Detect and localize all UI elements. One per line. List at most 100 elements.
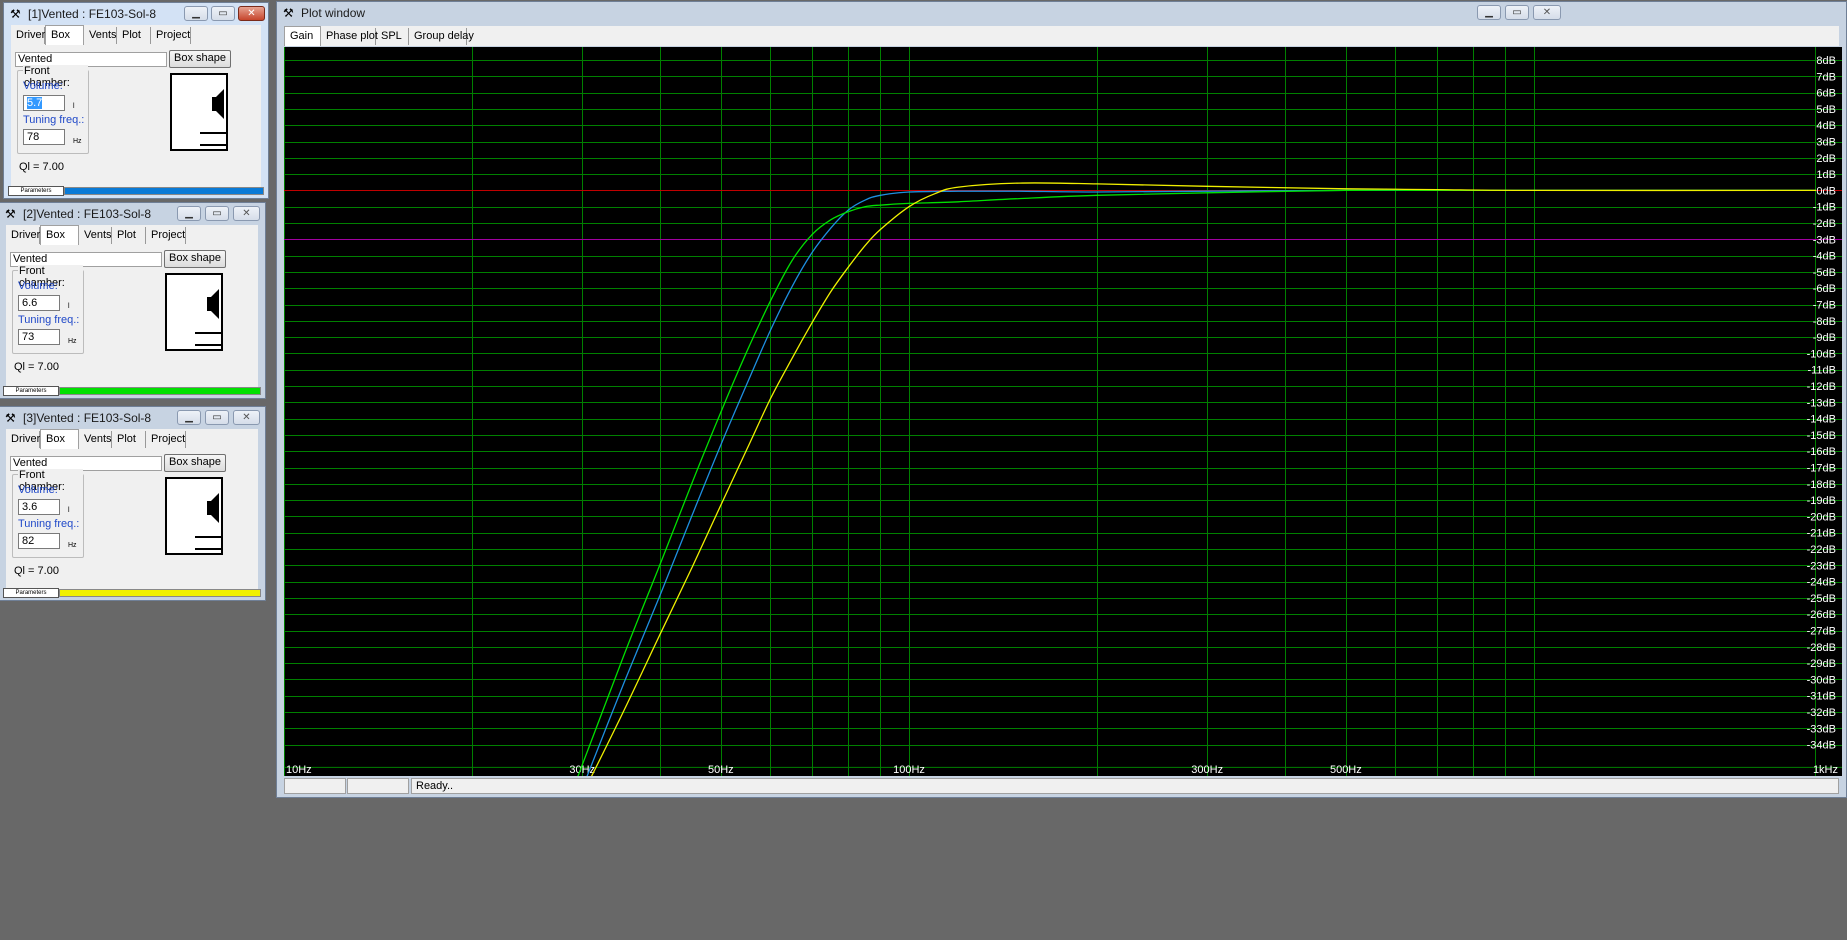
y-tick-label: -11dB: [1807, 365, 1836, 377]
plot-window-titlebar[interactable]: ⚒ Plot window ▁ ▭ ✕: [277, 2, 1846, 24]
tab-driver[interactable]: Driver: [6, 431, 40, 448]
tab-project[interactable]: Project: [146, 227, 186, 244]
x-tick-label: 300Hz: [1191, 764, 1223, 776]
speaker-box-diagram: [200, 89, 226, 146]
maximize-button[interactable]: ▭: [205, 410, 229, 425]
plot-window-title: Plot window: [301, 6, 366, 20]
window-titlebar[interactable]: ⚒ [3]Vented : FE103-Sol-8 ▁ ▭ ✕: [0, 407, 265, 429]
volume-unit: l: [68, 507, 70, 514]
y-tick-label: -2dB: [1813, 218, 1836, 230]
volume-input[interactable]: 5.7: [23, 95, 65, 111]
volume-input[interactable]: 3.6: [18, 499, 60, 515]
window-title: [2]Vented : FE103-Sol-8: [23, 207, 152, 221]
y-tick-label: 7dB: [1816, 71, 1836, 83]
y-tick-label: -9dB: [1813, 332, 1836, 344]
volume-value: 3.6: [22, 501, 38, 513]
series-line-3: [590, 182, 1817, 778]
speaker-box-diagram: [195, 493, 221, 550]
maximize-button[interactable]: ▭: [1505, 5, 1529, 20]
minimize-button[interactable]: ▁: [184, 6, 208, 21]
volume-input[interactable]: 6.6: [18, 295, 60, 311]
parameters-tab[interactable]: Parameters: [3, 588, 59, 598]
tab-driver[interactable]: Driver: [6, 227, 40, 244]
box-shape-button[interactable]: Box shape: [164, 250, 226, 268]
tab-box[interactable]: Box: [40, 225, 79, 245]
y-tick-label: 6dB: [1816, 88, 1836, 100]
x-tick-label: 1kHz: [1813, 764, 1838, 776]
parameters-bar: Parameters: [8, 186, 264, 196]
parameters-tab[interactable]: Parameters: [3, 386, 59, 396]
tab-project[interactable]: Project: [146, 431, 186, 448]
tab-project[interactable]: Project: [151, 27, 191, 44]
tab-vents[interactable]: Vents: [79, 227, 112, 244]
close-button[interactable]: ✕: [238, 6, 265, 21]
app-wrench-icon: ⚒: [5, 411, 16, 425]
y-tick-label: -28dB: [1807, 642, 1836, 654]
tab-box[interactable]: Box: [40, 429, 79, 449]
volume-label: Volume:: [23, 80, 63, 92]
parameters-tab[interactable]: Parameters: [8, 186, 64, 196]
y-tick-label: 1dB: [1816, 169, 1836, 181]
box-shape-button[interactable]: Box shape: [164, 454, 226, 472]
close-button[interactable]: ✕: [233, 410, 260, 425]
tab-strip: Driver Box Vents Plot Project: [6, 225, 258, 246]
y-tick-label: -27dB: [1807, 626, 1836, 638]
y-tick-label: -22dB: [1807, 544, 1836, 556]
app-wrench-icon: ⚒: [10, 7, 21, 21]
y-tick-label: -29dB: [1807, 658, 1836, 670]
tab-plot[interactable]: Plot: [117, 27, 151, 44]
window-title: [3]Vented : FE103-Sol-8: [23, 411, 152, 425]
tab-vents[interactable]: Vents: [79, 431, 112, 448]
box-shape-button[interactable]: Box shape: [169, 50, 231, 68]
volume-unit: l: [68, 303, 70, 310]
y-tick-label: -33dB: [1807, 723, 1836, 735]
series-line-2: [576, 189, 1816, 778]
box-preview: [165, 273, 223, 351]
minimize-button[interactable]: ▁: [177, 206, 201, 221]
tab-box[interactable]: Box: [45, 25, 84, 45]
y-tick-label: -23dB: [1807, 560, 1836, 572]
tuning-freq-input[interactable]: 73: [18, 329, 60, 345]
tuning-freq-unit: Hz: [68, 542, 77, 549]
y-tick-label: -7dB: [1813, 300, 1836, 312]
y-tick-label: -13dB: [1807, 397, 1836, 409]
y-tick-label: -14dB: [1807, 414, 1836, 426]
tab-plot[interactable]: Plot: [112, 227, 146, 244]
y-tick-label: 5dB: [1816, 104, 1836, 116]
plot-tab-spl[interactable]: SPL: [376, 28, 409, 45]
tab-vents[interactable]: Vents: [84, 27, 117, 44]
tab-strip: Driver Box Vents Plot Project: [11, 25, 261, 46]
tuning-freq-input[interactable]: 82: [18, 533, 60, 549]
plot-tab-phase-plot[interactable]: Phase plot: [321, 28, 378, 45]
y-tick-label: -16dB: [1807, 446, 1836, 458]
window-client: Driver Box Vents Plot Project Vented Box shape…: [8, 25, 264, 196]
gain-plot[interactable]: 8dB 7dB 6dB 5dB 4dB 3dB 2dB 1dB 0dB -1dB -2dB -3dB -…: [284, 47, 1842, 778]
close-button[interactable]: ✕: [233, 206, 260, 221]
volume-label: Volume:: [18, 484, 58, 496]
series-color-bar: [64, 187, 264, 195]
tuning-freq-input[interactable]: 78: [23, 129, 65, 145]
tab-strip: Driver Box Vents Plot Project: [6, 429, 258, 450]
plot-tab-group-delay[interactable]: Group delay: [409, 28, 474, 45]
minimize-button[interactable]: ▁: [177, 410, 201, 425]
minimize-button[interactable]: ▁: [1477, 5, 1501, 20]
status-pane-1: [284, 778, 346, 794]
window-titlebar[interactable]: ⚒ [1]Vented : FE103-Sol-8 ▁ ▭ ✕: [4, 3, 268, 25]
tuning-freq-label: Tuning freq.:: [18, 518, 80, 530]
tuning-freq-value: 78: [27, 131, 40, 143]
plot-tab-gain[interactable]: Gain: [284, 26, 321, 46]
maximize-button[interactable]: ▭: [205, 206, 229, 221]
y-tick-label: -17dB: [1807, 463, 1836, 475]
ql-readout: Ql = 7.00: [14, 361, 59, 373]
y-tick-label: -1dB: [1813, 202, 1836, 214]
y-tick-label: -32dB: [1807, 707, 1836, 719]
volume-unit: l: [73, 103, 75, 110]
maximize-button[interactable]: ▭: [211, 6, 235, 21]
volume-value: 5.7: [27, 97, 43, 109]
ql-readout: Ql = 7.00: [19, 161, 64, 173]
status-pane-2: [347, 778, 409, 794]
close-button[interactable]: ✕: [1533, 5, 1561, 20]
window-titlebar[interactable]: ⚒ [2]Vented : FE103-Sol-8 ▁ ▭ ✕: [0, 203, 265, 225]
tab-driver[interactable]: Driver: [11, 27, 45, 44]
tab-plot[interactable]: Plot: [112, 431, 146, 448]
